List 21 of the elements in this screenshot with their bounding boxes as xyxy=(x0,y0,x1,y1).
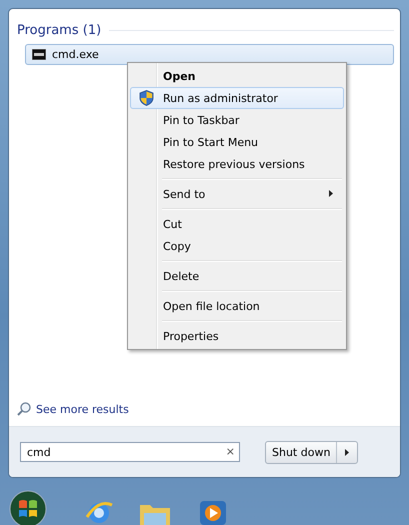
section-heading: Programs (1) xyxy=(17,23,102,38)
shield-icon xyxy=(138,90,154,106)
program-item[interactable]: cmd.exe xyxy=(25,44,394,65)
menu-item[interactable]: Open xyxy=(130,65,344,87)
search-icon xyxy=(17,402,31,416)
caret-icon xyxy=(345,448,350,456)
menu-item[interactable]: Run as administrator xyxy=(130,87,344,109)
submenu-arrow-icon xyxy=(329,190,333,197)
console-icon xyxy=(32,49,46,60)
menu-item[interactable]: Pin to Taskbar xyxy=(130,109,344,131)
menu-item[interactable]: Delete xyxy=(130,265,344,287)
see-more-results-link[interactable]: See more results xyxy=(17,402,394,416)
clear-button[interactable]: × xyxy=(226,445,235,459)
menu-item[interactable]: Cut xyxy=(130,213,344,235)
menu-item[interactable]: Open file location xyxy=(130,295,344,317)
start-orb-icon[interactable] xyxy=(8,489,48,525)
menu-item[interactable]: Pin to Start Menu xyxy=(130,131,344,153)
menu-item[interactable]: Properties xyxy=(130,325,344,347)
menu-item[interactable]: Restore previous versions xyxy=(130,153,344,175)
menu-item[interactable]: Copy xyxy=(130,235,344,257)
menu-item[interactable]: Send to xyxy=(130,183,344,205)
